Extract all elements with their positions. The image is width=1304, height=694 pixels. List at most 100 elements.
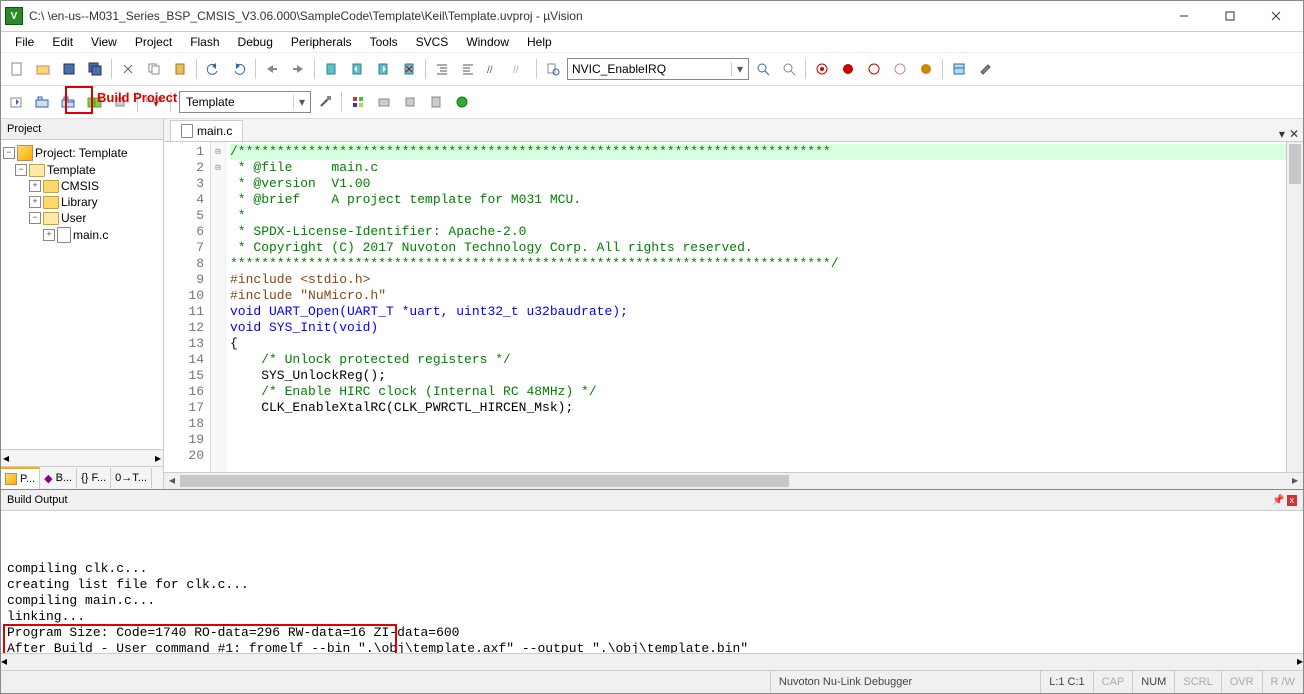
collapse-icon[interactable]: − xyxy=(3,147,15,159)
target-dropdown-icon[interactable]: ▾ xyxy=(293,95,310,109)
find-in-files-button[interactable] xyxy=(541,57,565,81)
select-packs-button[interactable] xyxy=(372,90,396,114)
menu-file[interactable]: File xyxy=(7,33,42,51)
scrollbar-thumb[interactable] xyxy=(180,475,789,487)
menu-view[interactable]: View xyxy=(83,33,125,51)
tab-functions[interactable]: {} F... xyxy=(77,468,111,488)
find-combo[interactable]: ▾ xyxy=(567,58,749,80)
books-button[interactable] xyxy=(424,90,448,114)
translate-button[interactable] xyxy=(5,90,29,114)
menu-flash[interactable]: Flash xyxy=(182,33,227,51)
code-editor[interactable]: 1234567891011121314151617181920 ⊟⊟ /****… xyxy=(164,142,1303,472)
incremental-find-button[interactable] xyxy=(777,57,801,81)
project-icon xyxy=(17,145,33,161)
copy-button[interactable] xyxy=(142,57,166,81)
editor-hscroll[interactable]: ◂ ▸ xyxy=(164,472,1303,489)
scroll-right-icon[interactable]: ▸ xyxy=(1287,473,1303,489)
collapse-icon[interactable]: − xyxy=(29,212,41,224)
paste-button[interactable] xyxy=(168,57,192,81)
save-button[interactable] xyxy=(57,57,81,81)
menu-edit[interactable]: Edit xyxy=(44,33,81,51)
scroll-right-icon[interactable]: ▸ xyxy=(155,451,161,465)
close-button[interactable] xyxy=(1253,1,1299,31)
project-tree[interactable]: − Project: Template − Template + CMSIS + xyxy=(1,140,163,449)
scroll-left-icon[interactable]: ◂ xyxy=(3,451,9,465)
new-file-button[interactable] xyxy=(5,57,29,81)
debug-session-button[interactable] xyxy=(810,57,834,81)
menu-peripherals[interactable]: Peripherals xyxy=(283,33,360,51)
fold-column[interactable]: ⊟⊟ xyxy=(211,142,226,472)
breakpoint-enable-button[interactable] xyxy=(862,57,886,81)
configure-button[interactable] xyxy=(973,57,997,81)
nav-back-button[interactable] xyxy=(260,57,284,81)
tree-group-user[interactable]: − User xyxy=(3,210,161,226)
minimize-button[interactable] xyxy=(1161,1,1207,31)
menu-window[interactable]: Window xyxy=(458,33,517,51)
expand-icon[interactable]: + xyxy=(29,196,41,208)
manage-components-button[interactable] xyxy=(346,90,370,114)
tree-group-cmsis[interactable]: + CMSIS xyxy=(3,178,161,194)
output-hscroll[interactable]: ◂ ▸ xyxy=(1,653,1303,670)
status-debugger: Nuvoton Nu-Link Debugger xyxy=(770,671,920,693)
build-output-text[interactable]: compiling clk.c...creating list file for… xyxy=(1,511,1303,653)
tree-file-mainc[interactable]: + main.c xyxy=(3,226,161,244)
scroll-right-icon[interactable]: ▸ xyxy=(1297,654,1303,670)
tab-books[interactable]: ◆B... xyxy=(40,468,77,488)
bookmark-toggle-button[interactable] xyxy=(319,57,343,81)
close-panel-icon[interactable]: x xyxy=(1287,495,1298,506)
hscroll-track[interactable] xyxy=(7,654,1297,670)
find-dropdown-icon[interactable]: ▾ xyxy=(731,62,748,76)
window-layout-button[interactable] xyxy=(947,57,971,81)
editor-tab-mainc[interactable]: main.c xyxy=(170,120,243,141)
editor-vscroll[interactable] xyxy=(1286,142,1303,472)
collapse-icon[interactable]: − xyxy=(15,164,27,176)
target-options-button[interactable] xyxy=(313,90,337,114)
menu-svcs[interactable]: SVCS xyxy=(408,33,457,51)
scrollbar-thumb[interactable] xyxy=(1289,144,1301,184)
indent-button[interactable] xyxy=(430,57,454,81)
expand-icon[interactable]: + xyxy=(29,180,41,192)
nav-forward-button[interactable] xyxy=(286,57,310,81)
manage-rte-button[interactable] xyxy=(450,90,474,114)
menu-tools[interactable]: Tools xyxy=(362,33,406,51)
code-text[interactable]: /***************************************… xyxy=(226,142,1286,472)
bookmark-next-button[interactable] xyxy=(371,57,395,81)
scroll-left-icon[interactable]: ◂ xyxy=(164,473,180,489)
project-hscroll[interactable]: ◂ ▸ xyxy=(1,449,163,466)
tree-target[interactable]: − Template xyxy=(3,162,161,178)
tree-root[interactable]: − Project: Template xyxy=(3,144,161,162)
status-rw: R /W xyxy=(1262,671,1303,693)
breakpoint-insert-button[interactable] xyxy=(836,57,860,81)
breakpoint-kill-button[interactable] xyxy=(914,57,938,81)
undo-button[interactable] xyxy=(201,57,225,81)
bookmark-prev-button[interactable] xyxy=(345,57,369,81)
outdent-button[interactable] xyxy=(456,57,480,81)
build-target-button[interactable] xyxy=(31,90,55,114)
save-all-button[interactable] xyxy=(83,57,107,81)
rebuild-button[interactable] xyxy=(57,90,81,114)
tab-dropdown-icon[interactable]: ▾ xyxy=(1279,127,1285,141)
titlebar: V C:\ \en-us--M031_Series_BSP_CMSIS_V3.0… xyxy=(1,1,1303,32)
tab-templates[interactable]: 0→T... xyxy=(111,468,152,488)
open-file-button[interactable] xyxy=(31,57,55,81)
maximize-button[interactable] xyxy=(1207,1,1253,31)
cut-button[interactable] xyxy=(116,57,140,81)
menu-help[interactable]: Help xyxy=(519,33,560,51)
tree-group-library[interactable]: + Library xyxy=(3,194,161,210)
redo-button[interactable] xyxy=(227,57,251,81)
hscroll-track[interactable] xyxy=(180,473,1287,489)
target-select[interactable]: Template ▾ xyxy=(179,91,311,113)
expand-icon[interactable]: + xyxy=(43,229,55,241)
pack-installer-button[interactable] xyxy=(398,90,422,114)
find-input[interactable] xyxy=(568,62,731,76)
find-next-button[interactable] xyxy=(751,57,775,81)
comment-button[interactable]: // xyxy=(482,57,506,81)
menu-debug[interactable]: Debug xyxy=(230,33,281,51)
bookmark-clear-button[interactable] xyxy=(397,57,421,81)
menu-project[interactable]: Project xyxy=(127,33,180,51)
tab-close-icon[interactable]: ✕ xyxy=(1289,127,1299,141)
uncomment-button[interactable]: // xyxy=(508,57,532,81)
tab-project[interactable]: P... xyxy=(1,467,40,489)
pin-icon[interactable]: 📌 xyxy=(1272,495,1284,506)
breakpoint-disable-button[interactable] xyxy=(888,57,912,81)
